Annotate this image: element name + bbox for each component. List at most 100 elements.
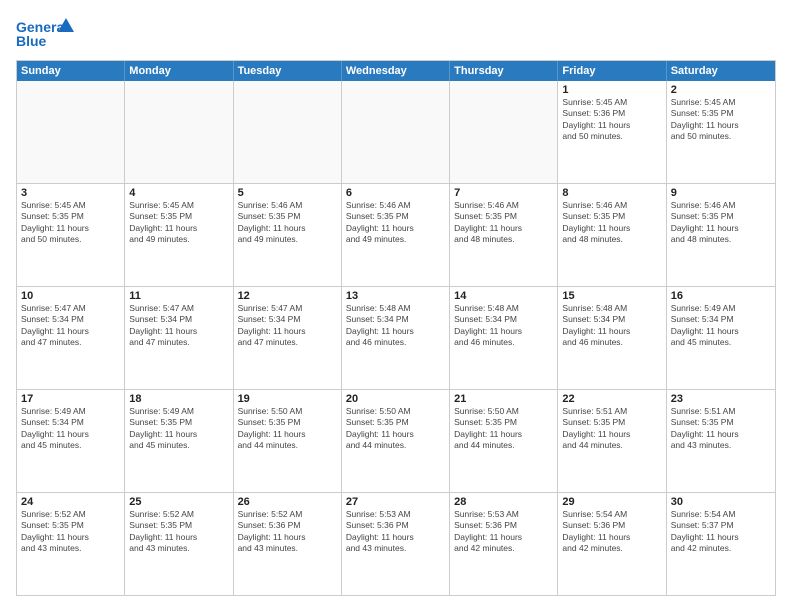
day-info: Sunrise: 5:50 AM Sunset: 5:35 PM Dayligh… [238, 406, 337, 452]
day-number: 23 [671, 393, 771, 405]
day-number: 15 [562, 290, 661, 302]
day-cell: 26Sunrise: 5:52 AM Sunset: 5:36 PM Dayli… [234, 493, 342, 595]
day-info: Sunrise: 5:53 AM Sunset: 5:36 PM Dayligh… [346, 509, 445, 555]
day-headers: SundayMondayTuesdayWednesdayThursdayFrid… [17, 61, 775, 81]
day-number: 13 [346, 290, 445, 302]
day-cell: 9Sunrise: 5:46 AM Sunset: 5:35 PM Daylig… [667, 184, 775, 286]
day-info: Sunrise: 5:48 AM Sunset: 5:34 PM Dayligh… [454, 303, 553, 349]
day-number: 29 [562, 496, 661, 508]
day-number: 12 [238, 290, 337, 302]
day-info: Sunrise: 5:46 AM Sunset: 5:35 PM Dayligh… [454, 200, 553, 246]
day-info: Sunrise: 5:48 AM Sunset: 5:34 PM Dayligh… [346, 303, 445, 349]
day-number: 14 [454, 290, 553, 302]
header: General Blue [16, 16, 776, 54]
day-cell: 23Sunrise: 5:51 AM Sunset: 5:35 PM Dayli… [667, 390, 775, 492]
day-cell: 10Sunrise: 5:47 AM Sunset: 5:34 PM Dayli… [17, 287, 125, 389]
svg-text:Blue: Blue [16, 33, 47, 49]
day-info: Sunrise: 5:48 AM Sunset: 5:34 PM Dayligh… [562, 303, 661, 349]
weeks: 1Sunrise: 5:45 AM Sunset: 5:36 PM Daylig… [17, 81, 775, 595]
day-info: Sunrise: 5:51 AM Sunset: 5:35 PM Dayligh… [671, 406, 771, 452]
day-cell: 17Sunrise: 5:49 AM Sunset: 5:34 PM Dayli… [17, 390, 125, 492]
day-cell: 4Sunrise: 5:45 AM Sunset: 5:35 PM Daylig… [125, 184, 233, 286]
day-cell [17, 81, 125, 183]
day-number: 18 [129, 393, 228, 405]
day-info: Sunrise: 5:45 AM Sunset: 5:35 PM Dayligh… [21, 200, 120, 246]
day-number: 8 [562, 187, 661, 199]
day-info: Sunrise: 5:50 AM Sunset: 5:35 PM Dayligh… [346, 406, 445, 452]
logo-svg: General Blue [16, 16, 76, 54]
day-info: Sunrise: 5:52 AM Sunset: 5:35 PM Dayligh… [21, 509, 120, 555]
day-info: Sunrise: 5:46 AM Sunset: 5:35 PM Dayligh… [346, 200, 445, 246]
day-header: Monday [125, 61, 233, 81]
day-number: 2 [671, 84, 771, 96]
week-row: 17Sunrise: 5:49 AM Sunset: 5:34 PM Dayli… [17, 389, 775, 492]
day-number: 11 [129, 290, 228, 302]
day-info: Sunrise: 5:54 AM Sunset: 5:36 PM Dayligh… [562, 509, 661, 555]
day-number: 10 [21, 290, 120, 302]
day-cell: 22Sunrise: 5:51 AM Sunset: 5:35 PM Dayli… [558, 390, 666, 492]
day-number: 30 [671, 496, 771, 508]
day-number: 3 [21, 187, 120, 199]
day-number: 21 [454, 393, 553, 405]
day-info: Sunrise: 5:47 AM Sunset: 5:34 PM Dayligh… [21, 303, 120, 349]
day-cell [125, 81, 233, 183]
day-info: Sunrise: 5:52 AM Sunset: 5:35 PM Dayligh… [129, 509, 228, 555]
day-info: Sunrise: 5:54 AM Sunset: 5:37 PM Dayligh… [671, 509, 771, 555]
week-row: 1Sunrise: 5:45 AM Sunset: 5:36 PM Daylig… [17, 81, 775, 183]
day-number: 25 [129, 496, 228, 508]
day-cell: 6Sunrise: 5:46 AM Sunset: 5:35 PM Daylig… [342, 184, 450, 286]
day-cell: 13Sunrise: 5:48 AM Sunset: 5:34 PM Dayli… [342, 287, 450, 389]
day-number: 28 [454, 496, 553, 508]
day-info: Sunrise: 5:47 AM Sunset: 5:34 PM Dayligh… [129, 303, 228, 349]
page: General Blue SundayMondayTuesdayWednesda… [0, 0, 792, 612]
day-header: Wednesday [342, 61, 450, 81]
day-number: 27 [346, 496, 445, 508]
day-cell: 27Sunrise: 5:53 AM Sunset: 5:36 PM Dayli… [342, 493, 450, 595]
day-cell: 15Sunrise: 5:48 AM Sunset: 5:34 PM Dayli… [558, 287, 666, 389]
day-cell: 25Sunrise: 5:52 AM Sunset: 5:35 PM Dayli… [125, 493, 233, 595]
day-cell: 11Sunrise: 5:47 AM Sunset: 5:34 PM Dayli… [125, 287, 233, 389]
day-header: Thursday [450, 61, 558, 81]
day-number: 16 [671, 290, 771, 302]
day-number: 20 [346, 393, 445, 405]
day-cell: 2Sunrise: 5:45 AM Sunset: 5:35 PM Daylig… [667, 81, 775, 183]
day-header: Sunday [17, 61, 125, 81]
day-info: Sunrise: 5:53 AM Sunset: 5:36 PM Dayligh… [454, 509, 553, 555]
day-cell: 1Sunrise: 5:45 AM Sunset: 5:36 PM Daylig… [558, 81, 666, 183]
day-number: 22 [562, 393, 661, 405]
day-info: Sunrise: 5:49 AM Sunset: 5:35 PM Dayligh… [129, 406, 228, 452]
day-cell: 5Sunrise: 5:46 AM Sunset: 5:35 PM Daylig… [234, 184, 342, 286]
day-info: Sunrise: 5:46 AM Sunset: 5:35 PM Dayligh… [671, 200, 771, 246]
day-number: 24 [21, 496, 120, 508]
day-info: Sunrise: 5:45 AM Sunset: 5:36 PM Dayligh… [562, 97, 661, 143]
week-row: 3Sunrise: 5:45 AM Sunset: 5:35 PM Daylig… [17, 183, 775, 286]
day-number: 26 [238, 496, 337, 508]
day-info: Sunrise: 5:49 AM Sunset: 5:34 PM Dayligh… [21, 406, 120, 452]
day-info: Sunrise: 5:52 AM Sunset: 5:36 PM Dayligh… [238, 509, 337, 555]
day-cell: 3Sunrise: 5:45 AM Sunset: 5:35 PM Daylig… [17, 184, 125, 286]
day-number: 1 [562, 84, 661, 96]
day-cell: 29Sunrise: 5:54 AM Sunset: 5:36 PM Dayli… [558, 493, 666, 595]
day-cell: 7Sunrise: 5:46 AM Sunset: 5:35 PM Daylig… [450, 184, 558, 286]
day-number: 7 [454, 187, 553, 199]
calendar: SundayMondayTuesdayWednesdayThursdayFrid… [16, 60, 776, 596]
day-header: Tuesday [234, 61, 342, 81]
day-info: Sunrise: 5:50 AM Sunset: 5:35 PM Dayligh… [454, 406, 553, 452]
day-info: Sunrise: 5:46 AM Sunset: 5:35 PM Dayligh… [562, 200, 661, 246]
day-cell: 18Sunrise: 5:49 AM Sunset: 5:35 PM Dayli… [125, 390, 233, 492]
day-info: Sunrise: 5:47 AM Sunset: 5:34 PM Dayligh… [238, 303, 337, 349]
day-number: 17 [21, 393, 120, 405]
day-number: 5 [238, 187, 337, 199]
day-number: 9 [671, 187, 771, 199]
day-number: 19 [238, 393, 337, 405]
logo: General Blue [16, 16, 76, 54]
day-info: Sunrise: 5:51 AM Sunset: 5:35 PM Dayligh… [562, 406, 661, 452]
day-cell: 19Sunrise: 5:50 AM Sunset: 5:35 PM Dayli… [234, 390, 342, 492]
day-cell: 20Sunrise: 5:50 AM Sunset: 5:35 PM Dayli… [342, 390, 450, 492]
day-cell: 30Sunrise: 5:54 AM Sunset: 5:37 PM Dayli… [667, 493, 775, 595]
day-cell: 16Sunrise: 5:49 AM Sunset: 5:34 PM Dayli… [667, 287, 775, 389]
day-cell: 12Sunrise: 5:47 AM Sunset: 5:34 PM Dayli… [234, 287, 342, 389]
day-number: 4 [129, 187, 228, 199]
day-info: Sunrise: 5:45 AM Sunset: 5:35 PM Dayligh… [671, 97, 771, 143]
day-header: Saturday [667, 61, 775, 81]
